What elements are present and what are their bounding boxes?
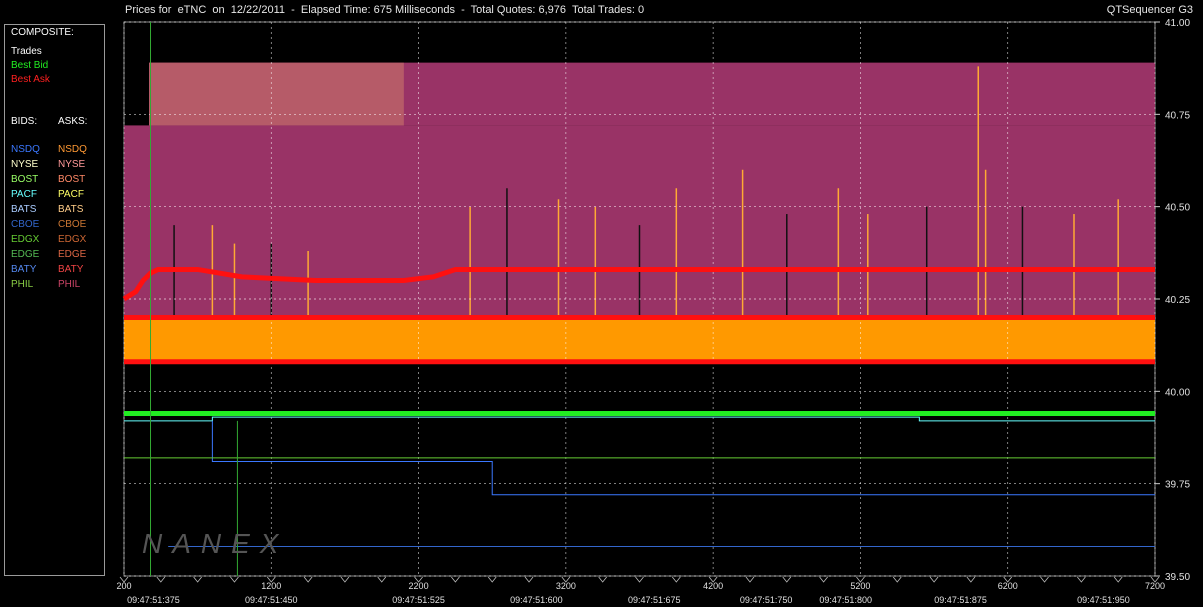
x-tick-marker	[487, 576, 497, 583]
x-tick-marker	[1113, 576, 1123, 583]
y-tick-label: 39.75	[1165, 480, 1190, 491]
price-chart: NANEX 40.25 40.50 40.75 41.00 39.50 39.75 40.00…	[116, 18, 1190, 605]
x-tick-marker	[672, 576, 681, 583]
y-tick-label: 40.00	[1165, 387, 1190, 398]
x-tick-marker	[598, 576, 607, 583]
x-tick-marker	[303, 576, 313, 583]
x-tick-marker	[524, 576, 534, 583]
x-tick-marker	[451, 576, 460, 583]
time-label: 09:47:51:450	[245, 595, 298, 605]
x-tick-marker	[230, 576, 239, 583]
watermark: NANEX	[142, 528, 288, 559]
y-tick-label: 40.75	[1165, 110, 1190, 121]
band-quote-flicker	[149, 62, 404, 126]
x-tick-marker	[966, 576, 976, 583]
x-tick-marker	[745, 576, 755, 583]
time-label: 09:47:51:525	[392, 595, 445, 605]
time-label: 09:47:51:750	[740, 595, 793, 605]
y-tick-label: 41.00	[1165, 18, 1190, 29]
band-spread	[124, 317, 1155, 362]
time-label: 09:47:51:875	[934, 595, 987, 605]
time-label: 09:47:51:600	[510, 595, 563, 605]
x-tick-marker	[819, 576, 828, 583]
x-tick-marker	[892, 576, 902, 583]
time-label: 09:47:51:800	[819, 595, 872, 605]
time-label: 09:47:51:675	[628, 595, 681, 605]
y-tick-label: 40.50	[1165, 203, 1190, 214]
x-tick-marker	[782, 576, 792, 583]
y-tick-label: 40.25	[1165, 295, 1190, 306]
x-tick-marker	[340, 576, 350, 583]
x-tick-marker	[635, 576, 644, 583]
x-tick-marker	[1077, 576, 1086, 583]
time-label: 09:47:51:375	[127, 595, 180, 605]
x-tick-marker	[929, 576, 939, 583]
y-tick-label: 39.50	[1165, 572, 1190, 583]
x-tick-marker	[156, 576, 166, 583]
x-tick-marker	[1040, 576, 1049, 583]
x-tick-marker	[193, 576, 202, 583]
x-tick-marker	[377, 576, 387, 583]
time-label: 09:47:51:950	[1077, 595, 1130, 605]
